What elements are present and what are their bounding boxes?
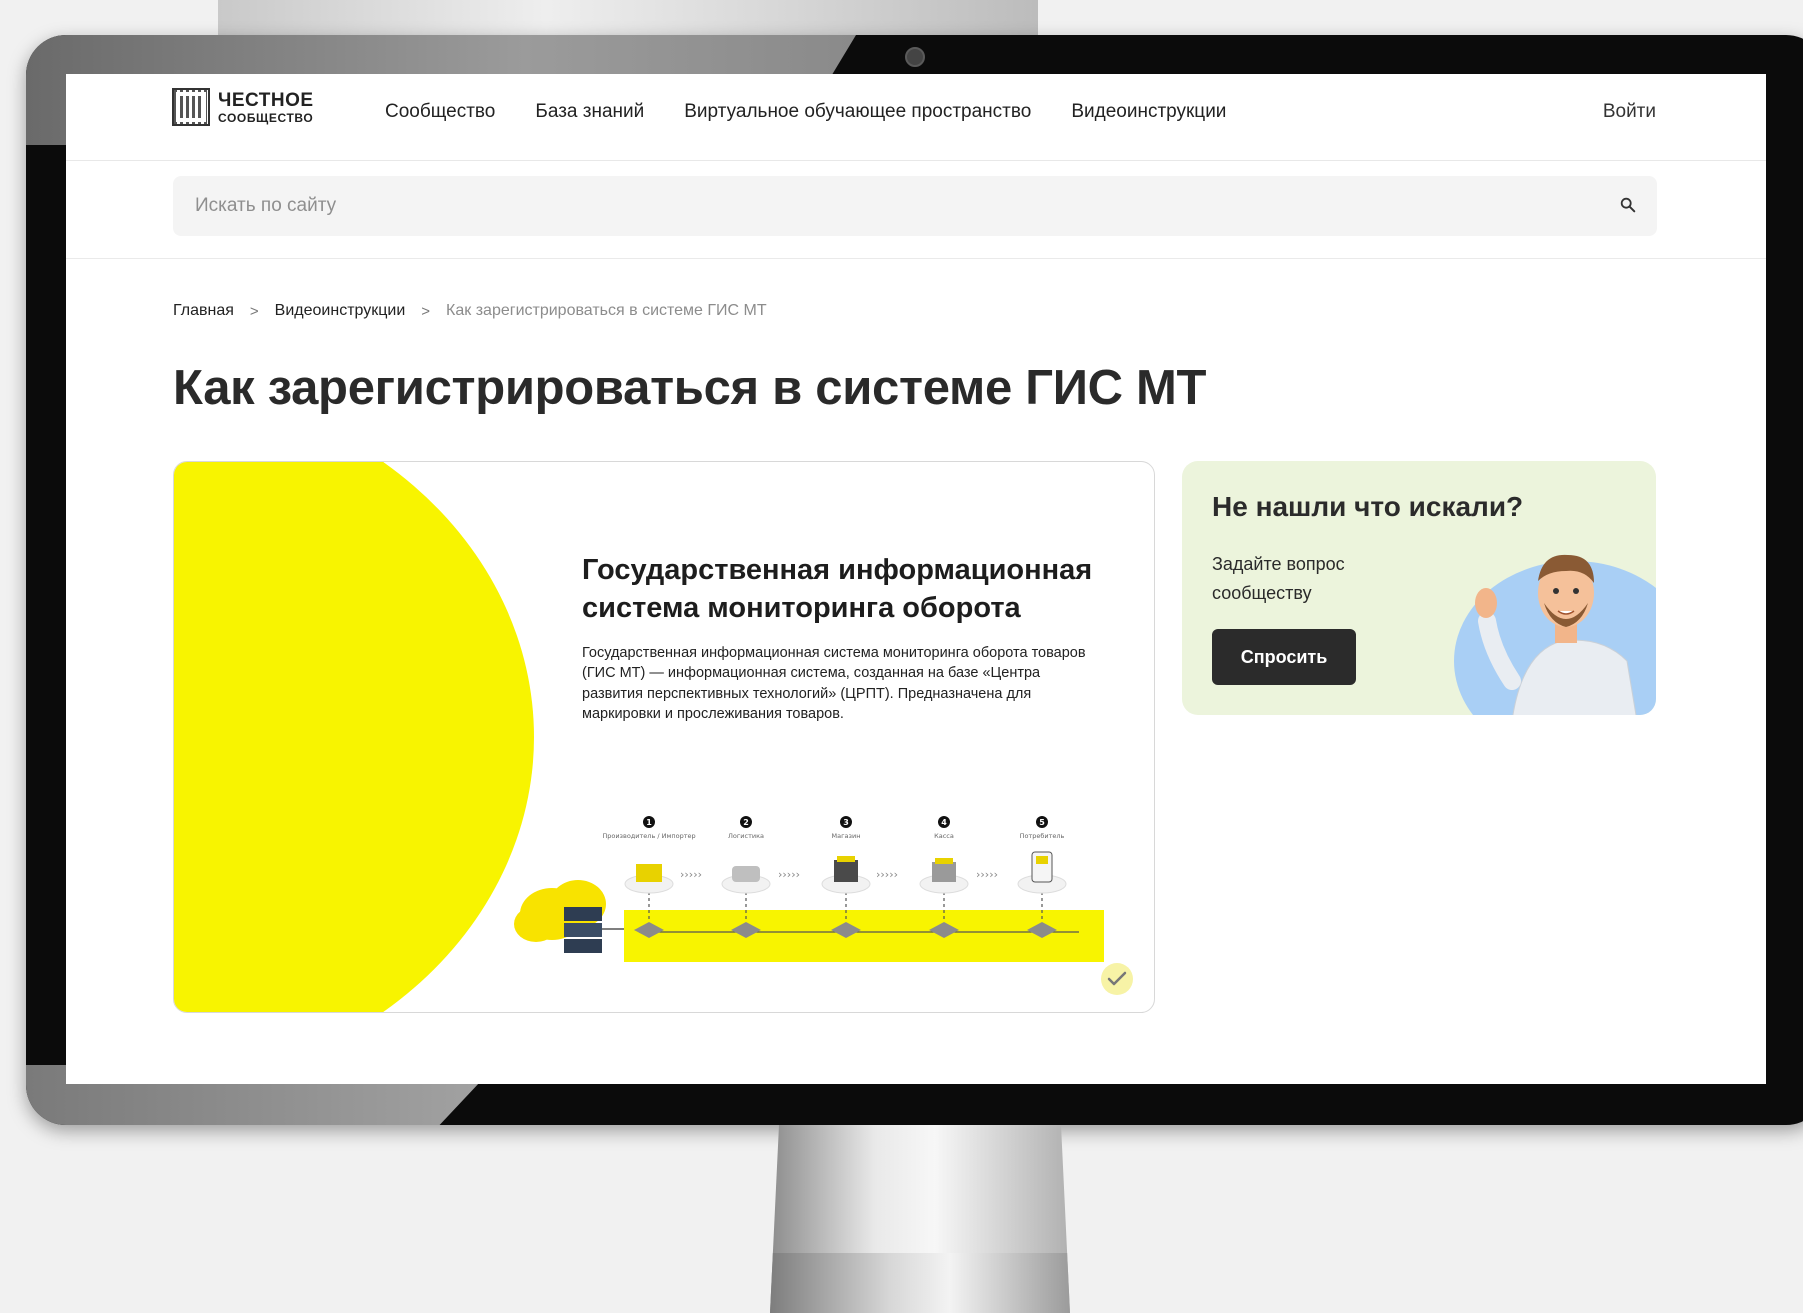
step-3-label: Магазин	[832, 832, 861, 840]
chevron-right-icon: >	[421, 302, 431, 320]
main-nav: Сообщество База знаний Виртуальное обуча…	[385, 101, 1266, 123]
video-yellow-shape	[174, 462, 534, 1012]
video-slide-title: Государственная информационная система м…	[582, 554, 1093, 624]
logo-text: ЧЕСТНОЕ СООБЩЕСТВО	[218, 91, 314, 124]
svg-text:›››››: ›››››	[778, 868, 800, 881]
ask-button[interactable]: Спросить	[1212, 629, 1356, 685]
logo-line-1: ЧЕСТНОЕ	[218, 89, 314, 111]
step-2-number: 2	[743, 818, 749, 827]
search-input[interactable]: Искать по сайту	[173, 176, 1657, 236]
ask-card-subtitle: Задайте вопрос сообществу	[1212, 554, 1345, 603]
step-1-number: 1	[646, 818, 652, 827]
svg-text:›››››: ›››››	[680, 868, 702, 881]
breadcrumb: Главная > Видеоинструкции > Как зарегист…	[173, 302, 767, 320]
check-badge-icon	[1101, 963, 1133, 995]
nav-item-virtual-learning[interactable]: Виртуальное обучающее пространство	[684, 101, 1031, 123]
site-logo[interactable]: ЧЕСТНОЕ СООБЩЕСТВО	[172, 88, 314, 126]
chevron-right-icon: >	[249, 302, 259, 320]
browser-screen: ЧЕСТНОЕ СООБЩЕСТВО Сообщество База знани…	[66, 74, 1766, 1084]
nav-item-video-instructions[interactable]: Видеоинструкции	[1071, 101, 1226, 123]
video-player[interactable]: Государственная информационная система м…	[173, 461, 1155, 1013]
qr-logo-icon	[172, 88, 210, 126]
breadcrumb-current: Как зарегистрироваться в системе ГИС МТ	[446, 302, 767, 319]
site-header: ЧЕСТНОЕ СООБЩЕСТВО Сообщество База знани…	[66, 74, 1766, 161]
waving-man-illustration	[1475, 554, 1637, 715]
ask-community-card: Не нашли что искали? Задайте вопрос сооб…	[1182, 461, 1656, 715]
search-icon[interactable]	[1619, 196, 1637, 214]
video-slide-description: Государственная информационная система м…	[582, 645, 1086, 722]
search-placeholder: Искать по сайту	[195, 195, 337, 216]
ask-card-title: Не нашли что искали?	[1212, 491, 1524, 522]
breadcrumb-video-instructions[interactable]: Видеоинструкции	[275, 302, 406, 320]
search-section: Искать по сайту	[66, 160, 1766, 259]
step-5-label: Потребитель	[1020, 832, 1065, 840]
step-4-label: Касса	[934, 832, 954, 840]
step-4-number: 4	[941, 818, 947, 827]
camera-icon	[905, 47, 925, 67]
page-title: Как зарегистрироваться в системе ГИС МТ	[173, 361, 1207, 415]
breadcrumb-home[interactable]: Главная	[173, 302, 234, 320]
step-3-number: 3	[843, 818, 849, 827]
logo-line-2: СООБЩЕСТВО	[218, 110, 314, 125]
step-1-label: Производитель / Импортер	[602, 832, 695, 840]
supply-chain-diagram: ››››› ››››› ››››› ››››› 1 2 3 4 5 Произв…	[514, 816, 1104, 962]
step-5-number: 5	[1039, 818, 1045, 827]
cloud-server-icon	[514, 880, 606, 953]
step-2-label: Логистика	[728, 832, 764, 840]
svg-text:›››››: ›››››	[876, 868, 898, 881]
svg-text:›››››: ›››››	[976, 868, 998, 881]
monitor-stand	[770, 1125, 1070, 1313]
nav-item-knowledge-base[interactable]: База знаний	[535, 101, 644, 123]
nav-item-community[interactable]: Сообщество	[385, 101, 495, 123]
login-link[interactable]: Войти	[1603, 101, 1656, 123]
